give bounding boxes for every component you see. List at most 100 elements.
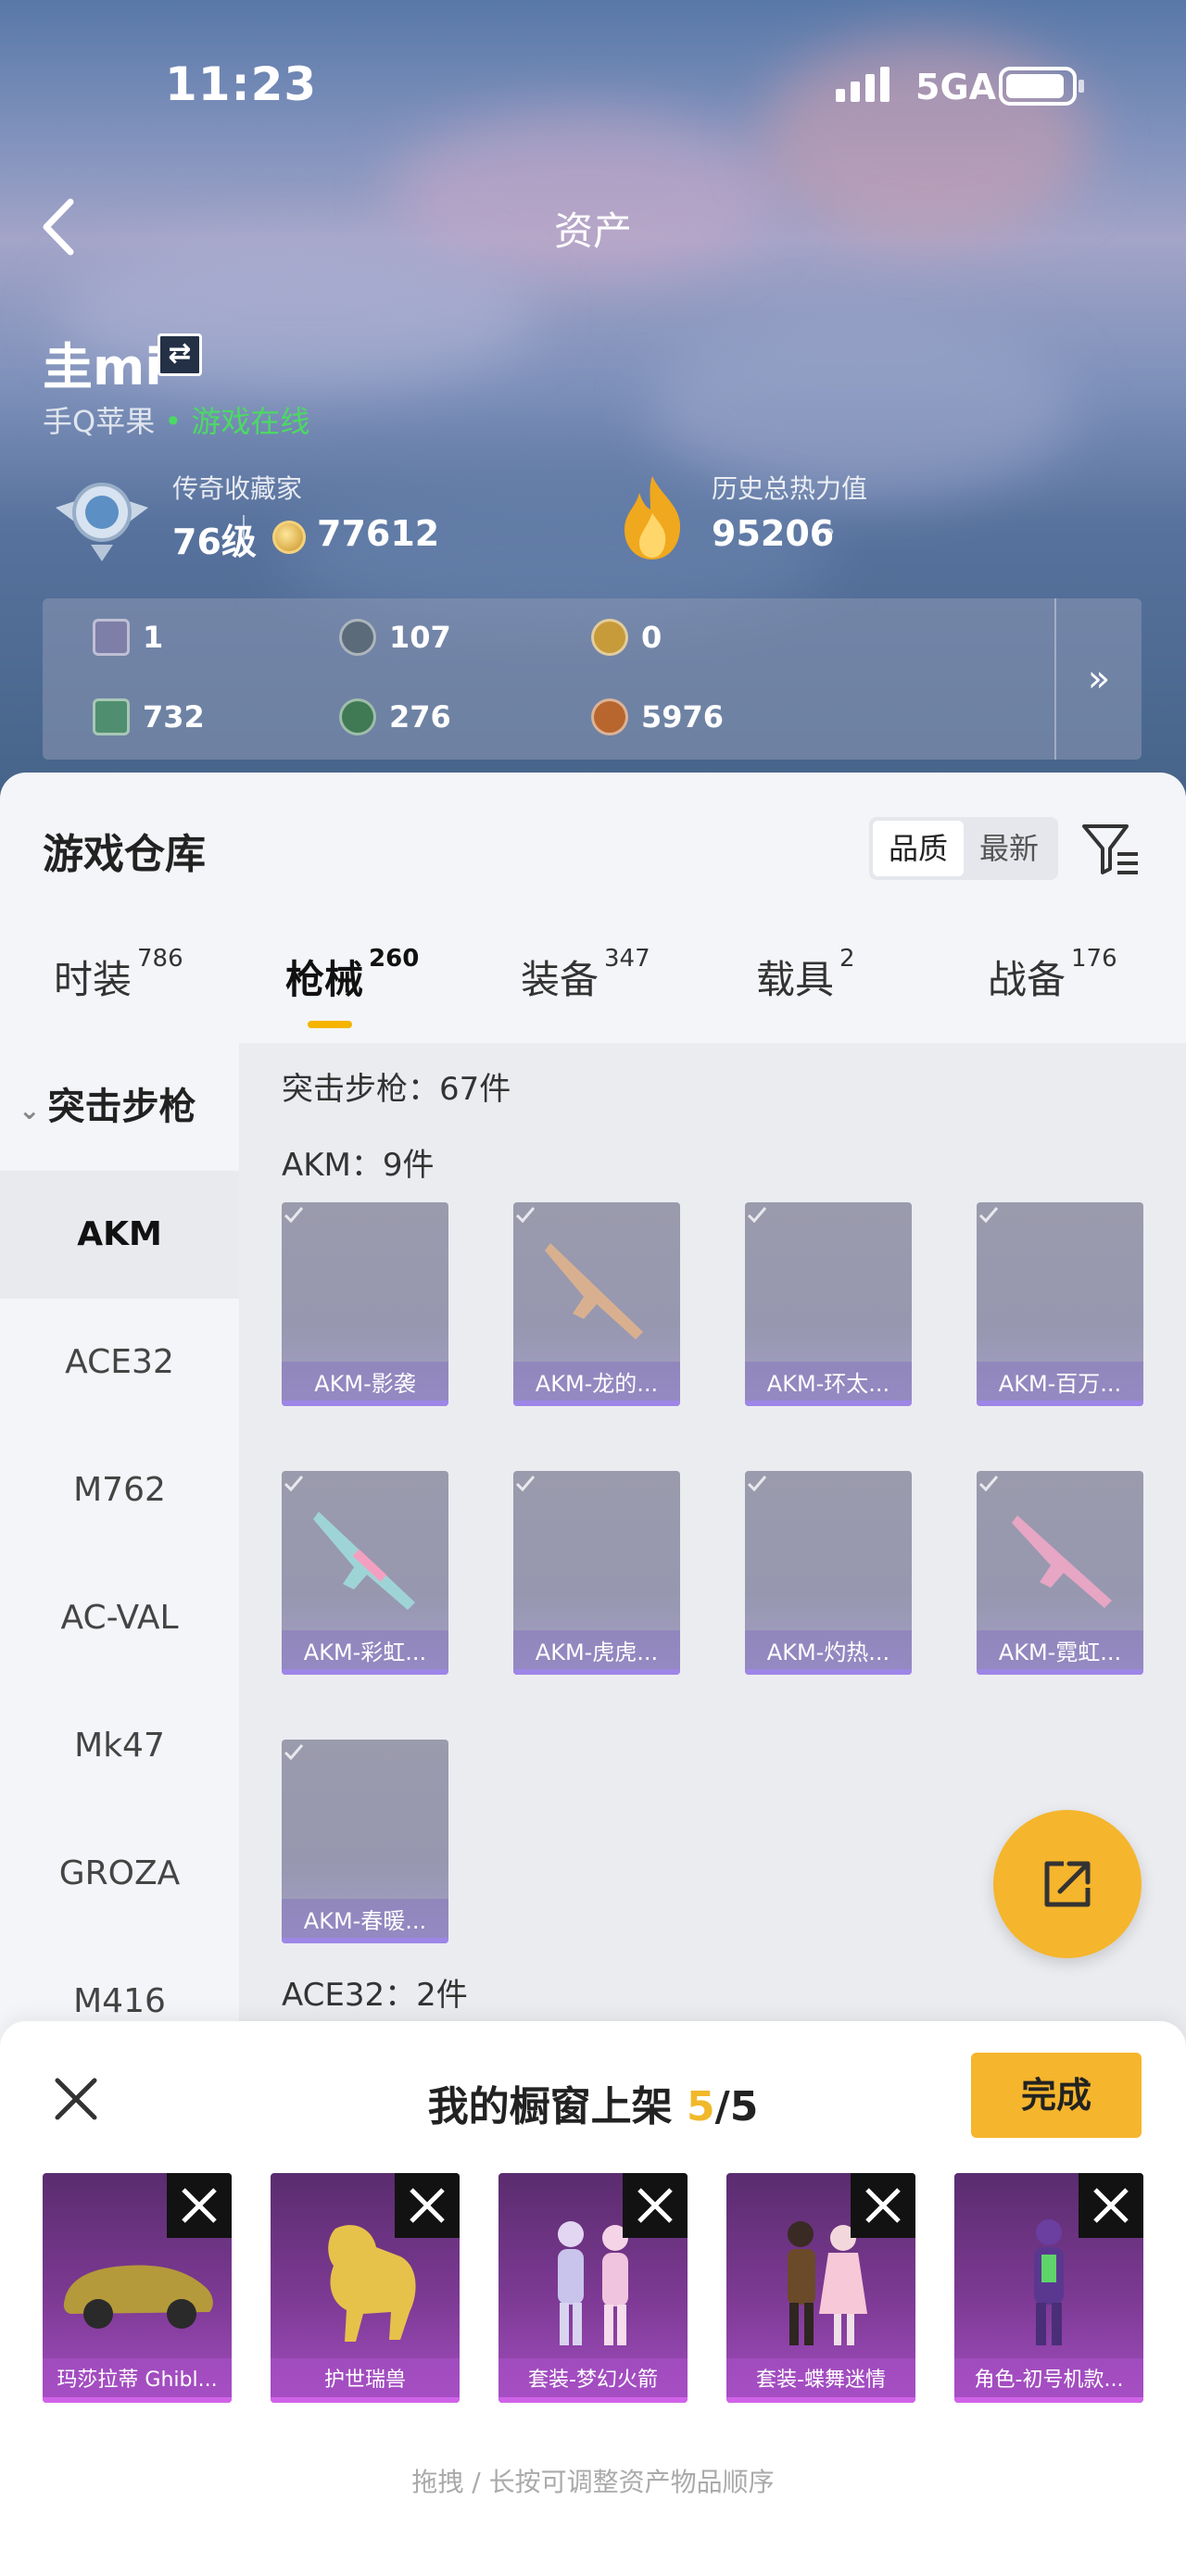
check-icon [747, 1207, 767, 1224]
check-icon [978, 1207, 999, 1224]
currency-item: 1 [93, 619, 163, 656]
sidebar-item-ac-val[interactable]: AC-VAL [0, 1554, 239, 1682]
sidebar-item-ace32[interactable]: ACE32 [0, 1299, 239, 1426]
category-summary: 突击步枪：67件 [282, 1071, 511, 1108]
sidebar-item-groza[interactable]: GROZA [0, 1810, 239, 1938]
skin-card[interactable]: AKM-虎虎... [513, 1471, 680, 1675]
sidebar-item-mk47[interactable]: Mk47 [0, 1682, 239, 1810]
showcase-sheet: 我的橱窗上架 5/5 完成 玛莎拉蒂 Ghibl... 护世瑞兽 套装-梦幻火箭… [0, 2021, 1186, 2576]
help-icon[interactable]: ? [815, 524, 843, 552]
tab-supplies[interactable]: 战备 176 [988, 945, 1117, 1005]
showcase-item[interactable]: 角色-初号机款... [954, 2173, 1143, 2403]
remove-button[interactable] [167, 2173, 232, 2238]
divider [243, 515, 245, 552]
check-icon [747, 1476, 767, 1492]
showcase-item-label: 套装-蝶舞迷情 [726, 2358, 915, 2403]
fire-icon [625, 476, 681, 559]
tab-count: 347 [604, 945, 650, 973]
sort-quality-button[interactable]: 品质 [873, 821, 964, 876]
sort-latest-button[interactable]: 最新 [964, 821, 1054, 876]
skin-card[interactable]: AKM-环太... [745, 1202, 912, 1406]
sidebar-category-label: 突击步枪 [47, 1086, 196, 1128]
warehouse-title: 游戏仓库 [43, 831, 206, 878]
green-orb-icon [339, 698, 376, 735]
currency-item: 0 [591, 619, 662, 656]
done-button[interactable]: 完成 [971, 2053, 1142, 2138]
showcase-item-label: 护世瑞兽 [271, 2358, 460, 2403]
user-platform: 手Q苹果 [43, 404, 156, 439]
sidebar-item-akm[interactable]: AKM [0, 1171, 239, 1299]
close-icon [1093, 2188, 1129, 2223]
tab-label: 载具 [756, 957, 835, 1002]
tab-label: 时装 [54, 957, 132, 1002]
skin-card[interactable]: AKM-龙的... [513, 1202, 680, 1406]
showcase-item[interactable]: 套装-梦幻火箭 [498, 2173, 688, 2403]
skin-label: AKM-影袭 [282, 1362, 448, 1406]
remove-button[interactable] [851, 2173, 915, 2238]
currency-value: 732 [143, 699, 205, 735]
sidebar-category[interactable]: ⌄ 突击步枪 [19, 1076, 196, 1130]
skin-label: AKM-春暖... [282, 1899, 448, 1943]
skin-card[interactable]: AKM-影袭 [282, 1202, 448, 1406]
currency-more-button[interactable]: » [1054, 598, 1142, 760]
showcase-item[interactable]: 玛莎拉蒂 Ghibl... [43, 2173, 232, 2403]
check-icon [978, 1476, 999, 1492]
remove-button[interactable] [623, 2173, 688, 2238]
showcase-title-text: 我的橱窗上架 [427, 2083, 673, 2130]
showcase-item[interactable]: 套装-蝶舞迷情 [726, 2173, 915, 2403]
remove-button[interactable] [395, 2173, 460, 2238]
skin-label: AKM-灼热... [745, 1630, 912, 1675]
currency-item: 5976 [591, 698, 724, 735]
showcase-item-label: 角色-初号机款... [954, 2358, 1143, 2403]
share-icon [1044, 1861, 1091, 1907]
remove-button[interactable] [1079, 2173, 1143, 2238]
sidebar-item-m762[interactable]: M762 [0, 1426, 239, 1554]
tab-firearms[interactable]: 枪械 260 [285, 945, 419, 1005]
silver-coin-icon [339, 619, 376, 656]
close-icon [410, 2188, 445, 2223]
skin-label: AKM-彩虹... [282, 1630, 448, 1675]
currency-item: 732 [93, 698, 205, 735]
showcase-item[interactable]: 护世瑞兽 [271, 2173, 460, 2403]
user-name: 圭mi [43, 338, 162, 396]
currency-value: 107 [389, 620, 451, 655]
skin-card[interactable]: AKM-春暖... [282, 1740, 448, 1943]
check-icon [284, 1207, 304, 1224]
close-icon [182, 2188, 217, 2223]
profile-header: 11:23 5GA 资产 圭mi ⇄ 手Q苹果 • 游戏在线 传奇收藏家 76级… [0, 0, 1186, 797]
network-type: 5GA [915, 67, 997, 107]
online-status: • 游戏在线 [164, 404, 310, 439]
showcase-total: /5 [714, 2083, 759, 2130]
switch-account-icon[interactable]: ⇄ [158, 333, 202, 376]
category-tabs: 时装 786 枪械 260 装备 347 载具 2 战备 176 [0, 945, 1186, 1023]
tab-label: 战备 [988, 957, 1066, 1002]
rifle-icon [1012, 1515, 1112, 1608]
skin-label: AKM-霓虹... [977, 1630, 1143, 1675]
rifle-icon [545, 1243, 643, 1339]
skin-card[interactable]: AKM-百万... [977, 1202, 1143, 1406]
heat-label: 历史总热力值 [712, 473, 868, 504]
tab-vehicles[interactable]: 载具 2 [756, 945, 855, 1005]
share-button[interactable] [993, 1810, 1142, 1958]
skin-card[interactable]: AKM-彩虹... [282, 1471, 448, 1675]
currency-value: 1 [143, 620, 164, 655]
status-time: 11:23 [165, 57, 318, 111]
tab-equipment[interactable]: 装备 347 [521, 945, 650, 1005]
tab-label: 枪械 [285, 957, 364, 1002]
tab-label: 装备 [521, 957, 599, 1002]
currency-item: 107 [339, 619, 451, 656]
skin-card[interactable]: AKM-霓虹... [977, 1471, 1143, 1675]
skin-card[interactable]: AKM-灼热... [745, 1471, 912, 1675]
reorder-hint: 拖拽 / 长按可调整资产物品顺序 [411, 2467, 775, 2497]
points-icon [272, 521, 306, 554]
filter-icon[interactable] [1079, 817, 1142, 880]
skin-label: AKM-环太... [745, 1362, 912, 1406]
skin-label: AKM-虎虎... [513, 1630, 680, 1675]
page-title: 资产 [553, 208, 632, 254]
currency-value: 276 [389, 699, 451, 735]
showcase-item-label: 套装-梦幻火箭 [498, 2358, 688, 2403]
card-icon [93, 619, 130, 656]
tab-fashion[interactable]: 时装 786 [54, 945, 183, 1005]
weapon-sidebar: ⌄ 突击步枪 AKM ACE32 M762 AC-VAL Mk47 GROZA M… [0, 1043, 239, 2062]
rifle-icon [313, 1512, 415, 1610]
